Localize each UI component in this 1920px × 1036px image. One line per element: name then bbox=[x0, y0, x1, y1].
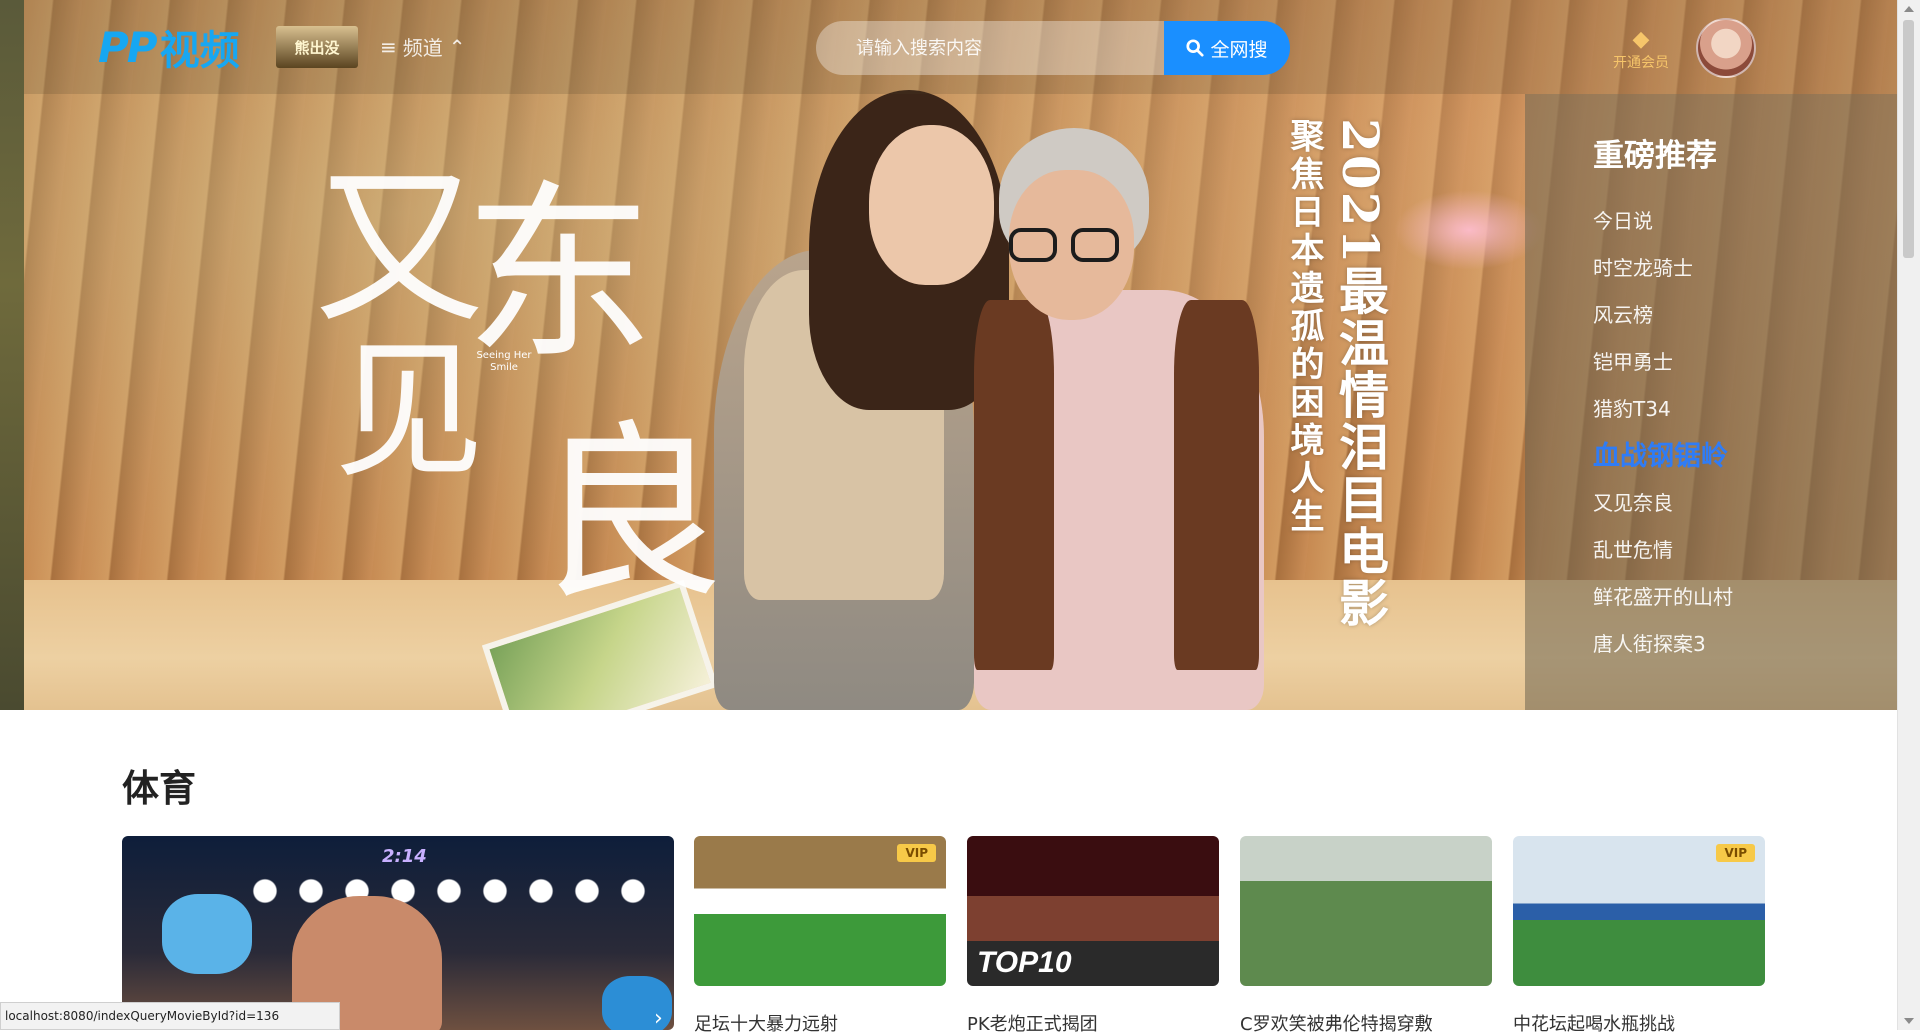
search-button[interactable]: 全网搜 bbox=[1164, 21, 1290, 75]
recommend-item[interactable]: 猎豹T34 bbox=[1593, 386, 1733, 433]
vip-label: 开通会员 bbox=[1613, 55, 1669, 71]
hero-person-elder-vest-right bbox=[1174, 300, 1259, 670]
recommend-title: 重磅推荐 bbox=[1593, 138, 1717, 174]
recommend-item-active[interactable]: 血战钢锯岭 bbox=[1593, 433, 1733, 480]
window-left-edge bbox=[0, 0, 24, 710]
boxing-glove-icon bbox=[162, 894, 252, 974]
recommend-item[interactable]: 时空龙骑士 bbox=[1593, 245, 1733, 292]
hero-blossom bbox=[1394, 190, 1544, 270]
recommend-item[interactable]: 乱世危情 bbox=[1593, 527, 1733, 574]
video-card-caption[interactable]: C罗欢笑被弗伦特揭穿敷 bbox=[1240, 1010, 1433, 1036]
hero-subline: 聚焦日本遗孤的困境人生 bbox=[1284, 118, 1324, 536]
top10-overlay: TOP10 bbox=[977, 946, 1072, 979]
recommend-item[interactable]: 风云榜 bbox=[1593, 292, 1733, 339]
partner-logo[interactable]: 熊出没 bbox=[276, 26, 358, 68]
hero-calligraphy-title: 又 东 见 良 Seeing Her Smile bbox=[314, 110, 734, 630]
vip-badge: VIP bbox=[897, 844, 936, 862]
search-icon bbox=[1186, 39, 1205, 57]
recommend-panel: 重磅推荐 今日说 时空龙骑士 风云榜 铠甲勇士 猎豹T34 血战钢锯岭 又见奈良… bbox=[1525, 94, 1898, 710]
recommend-item[interactable]: 又见奈良 bbox=[1593, 480, 1733, 527]
stadium-lights bbox=[242, 876, 662, 906]
scroll-up-icon[interactable] bbox=[1904, 6, 1914, 12]
section-title-sports: 体育 bbox=[122, 767, 196, 810]
chevron-up-icon: ⌃ bbox=[448, 34, 466, 59]
hero-person-young-face bbox=[869, 125, 994, 285]
channel-menu[interactable]: ≡ 频道 ⌃ bbox=[380, 32, 466, 61]
vip-badge: VIP bbox=[1716, 844, 1755, 862]
browser-status-url: localhost:8080/indexQueryMovieById?id=13… bbox=[0, 1002, 340, 1030]
logo-pp: PP bbox=[98, 22, 158, 72]
recommend-item[interactable]: 今日说 bbox=[1593, 198, 1733, 245]
video-card[interactable]: TOP10 bbox=[967, 836, 1219, 986]
logo-text: 视频 bbox=[159, 28, 240, 74]
site-logo[interactable]: PP 视频 bbox=[98, 22, 240, 75]
chevron-right-icon[interactable]: › bbox=[654, 1006, 663, 1031]
page-scrollbar[interactable] bbox=[1897, 0, 1920, 1030]
glasses-icon bbox=[1009, 228, 1129, 264]
calligraphy-char: 良 bbox=[534, 404, 725, 625]
video-card[interactable]: VIP bbox=[694, 836, 946, 986]
video-card-caption[interactable]: 足坛十大暴力远射 bbox=[694, 1010, 838, 1036]
channel-label: 频道 bbox=[402, 36, 443, 60]
menu-icon: ≡ bbox=[380, 34, 397, 59]
video-card-caption[interactable]: 中花坛起喝水瓶挑战 bbox=[1513, 1010, 1675, 1036]
recommend-item[interactable]: 铠甲勇士 bbox=[1593, 339, 1733, 386]
search-input[interactable] bbox=[816, 21, 1164, 75]
vip-entry[interactable]: ◆ 开通会员 bbox=[1605, 28, 1677, 72]
scroll-down-icon[interactable] bbox=[1904, 1018, 1914, 1024]
search-button-label: 全网搜 bbox=[1210, 39, 1268, 61]
video-card[interactable] bbox=[1240, 836, 1492, 986]
hero-headline: 2021最温情泪目电影 bbox=[1331, 118, 1390, 630]
avatar[interactable] bbox=[1696, 18, 1756, 78]
video-card-caption[interactable]: PK老炮正式揭团 bbox=[967, 1010, 1098, 1036]
scrollbar-thumb[interactable] bbox=[1903, 20, 1914, 258]
calligraphy-subtitle: Seeing Her Smile bbox=[476, 350, 532, 373]
video-card[interactable]: VIP bbox=[1513, 836, 1765, 986]
video-card-featured[interactable]: 2:14 bbox=[122, 836, 674, 1030]
calligraphy-char: 见 bbox=[334, 325, 485, 499]
score-overlay: 2:14 bbox=[382, 846, 427, 867]
diamond-icon: ◆ bbox=[1632, 27, 1650, 52]
recommend-item[interactable]: 唐人街探案3 bbox=[1593, 621, 1733, 668]
hero-person-elder-vest-left bbox=[974, 300, 1054, 670]
recommend-item[interactable]: 鲜花盛开的山村 bbox=[1593, 574, 1733, 621]
recommend-list: 今日说 时空龙骑士 风云榜 铠甲勇士 猎豹T34 血战钢锯岭 又见奈良 乱世危情… bbox=[1593, 198, 1733, 668]
